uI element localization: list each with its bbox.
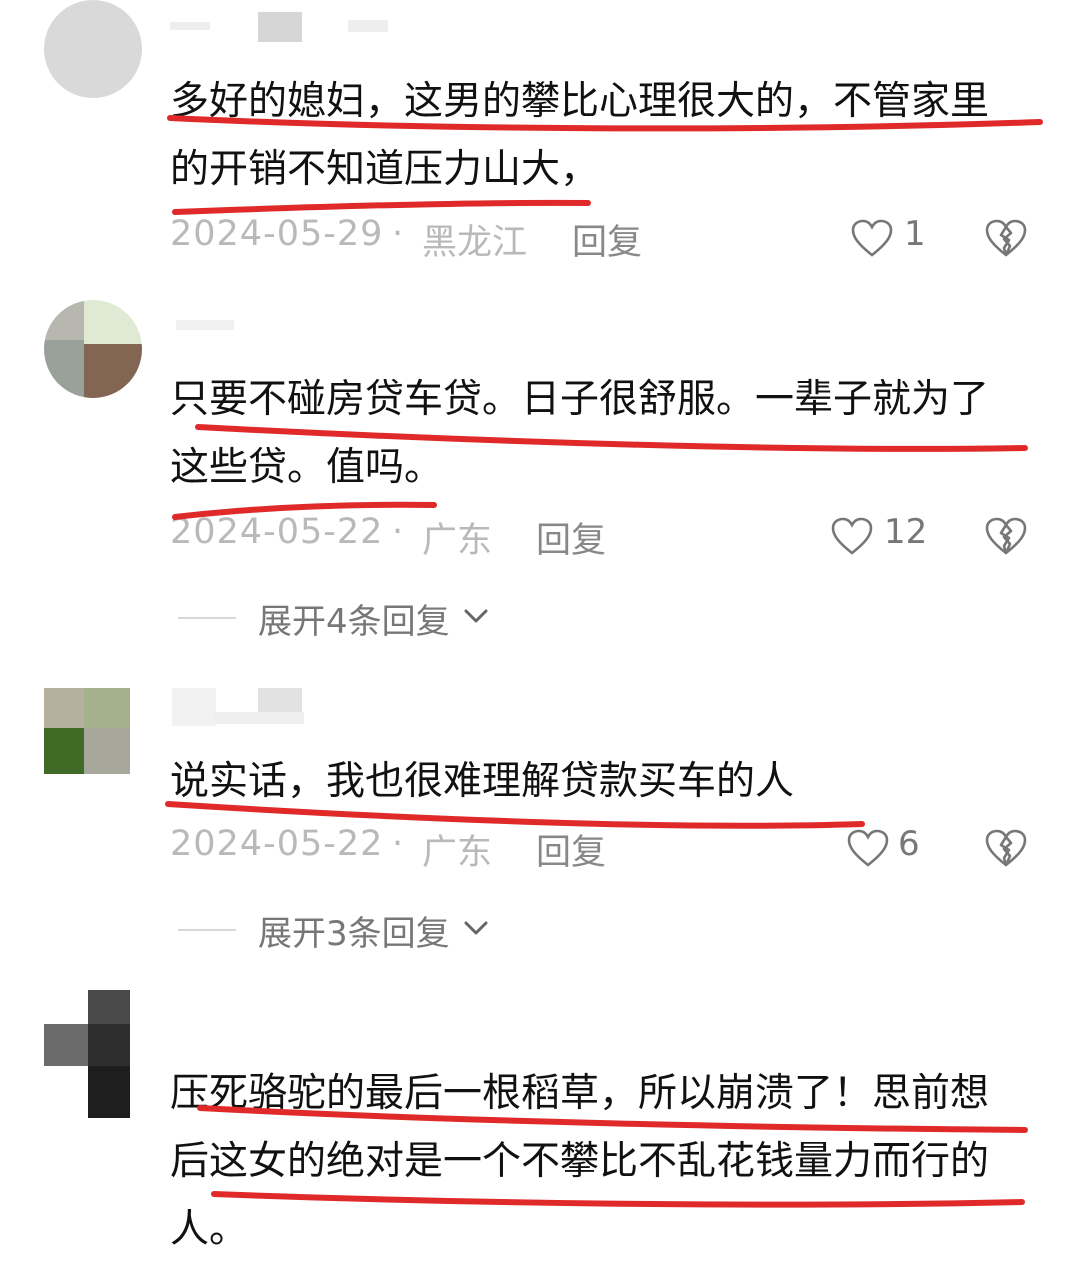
meta-separator: · bbox=[392, 214, 404, 254]
broken-heart-icon bbox=[985, 829, 1027, 867]
broken-heart-icon bbox=[985, 219, 1027, 257]
comment-text-line: 只要不碰房贷车贷。日子很舒服。一辈子就为了 bbox=[170, 377, 990, 422]
like-button[interactable]: 6 bbox=[846, 824, 926, 874]
reply-button[interactable]: 回复 bbox=[536, 824, 606, 875]
chevron-down-icon bbox=[464, 609, 488, 623]
broken-heart-icon bbox=[985, 517, 1027, 555]
comment-text-line: 后这女的绝对是一个不攀比不乱花钱量力而行的 bbox=[170, 1139, 990, 1184]
comment-text-line: 人。 bbox=[170, 1207, 249, 1252]
reply-button[interactable]: 回复 bbox=[572, 214, 642, 265]
chevron-down-icon bbox=[464, 921, 488, 935]
heart-icon bbox=[831, 517, 873, 555]
meta-separator: · bbox=[392, 512, 404, 552]
like-button[interactable]: 1 bbox=[850, 214, 926, 264]
reply-button[interactable]: 回复 bbox=[536, 512, 606, 563]
heart-icon bbox=[847, 829, 889, 867]
comment-text-line: 压死骆驼的最后一根稻草，所以崩溃了！思前想 bbox=[170, 1071, 990, 1116]
comment-location: 广东 bbox=[422, 521, 493, 561]
avatar[interactable] bbox=[44, 300, 142, 398]
dislike-button[interactable] bbox=[984, 828, 1028, 872]
comment-date: 2024-05-22 bbox=[170, 512, 384, 552]
like-count: 6 bbox=[898, 824, 920, 864]
comment-text: 只要不碰房贷车贷。日子很舒服。一辈子就为了 这些贷。值吗。 bbox=[170, 366, 1050, 502]
like-count: 12 bbox=[884, 512, 928, 552]
comment-text: 说实话，我也很难理解贷款买车的人 bbox=[170, 748, 1050, 816]
heart-icon bbox=[851, 219, 893, 257]
avatar[interactable] bbox=[44, 0, 142, 98]
comment-text: 多好的媳妇，这男的攀比心理很大的，不管家里 的开销不知道压力山大， bbox=[170, 68, 1050, 204]
divider-line bbox=[178, 617, 236, 619]
comment-text-line: 这些贷。值吗。 bbox=[170, 445, 444, 490]
expand-replies-button[interactable]: 展开4条回复 bbox=[178, 594, 518, 642]
expand-replies-button[interactable]: 展开3条回复 bbox=[178, 906, 518, 954]
expand-replies-label: 展开4条回复 bbox=[258, 602, 450, 642]
expand-replies-label: 展开3条回复 bbox=[258, 914, 450, 954]
comment-text: 压死骆驼的最后一根稻草，所以崩溃了！思前想 后这女的绝对是一个不攀比不乱花钱量力… bbox=[170, 1060, 1050, 1264]
comment-text-line: 说实话，我也很难理解贷款买车的人 bbox=[170, 759, 795, 804]
divider-line bbox=[178, 929, 236, 931]
avatar[interactable] bbox=[44, 688, 130, 774]
avatar[interactable] bbox=[44, 990, 130, 1118]
meta-separator: · bbox=[392, 824, 404, 864]
comment-date: 2024-05-22 bbox=[170, 824, 384, 864]
dislike-button[interactable] bbox=[984, 516, 1028, 560]
comment-location: 黑龙江 bbox=[422, 223, 528, 263]
comment-date: 2024-05-29 bbox=[170, 214, 384, 254]
comment-text-line: 的开销不知道压力山大， bbox=[170, 147, 600, 192]
dislike-button[interactable] bbox=[984, 218, 1028, 262]
comment-text-line: 多好的媳妇，这男的攀比心理很大的，不管家里 bbox=[170, 79, 990, 124]
underline-stroke bbox=[172, 199, 591, 215]
like-count: 1 bbox=[904, 214, 926, 254]
comment-location: 广东 bbox=[422, 833, 493, 873]
like-button[interactable]: 12 bbox=[830, 512, 930, 562]
